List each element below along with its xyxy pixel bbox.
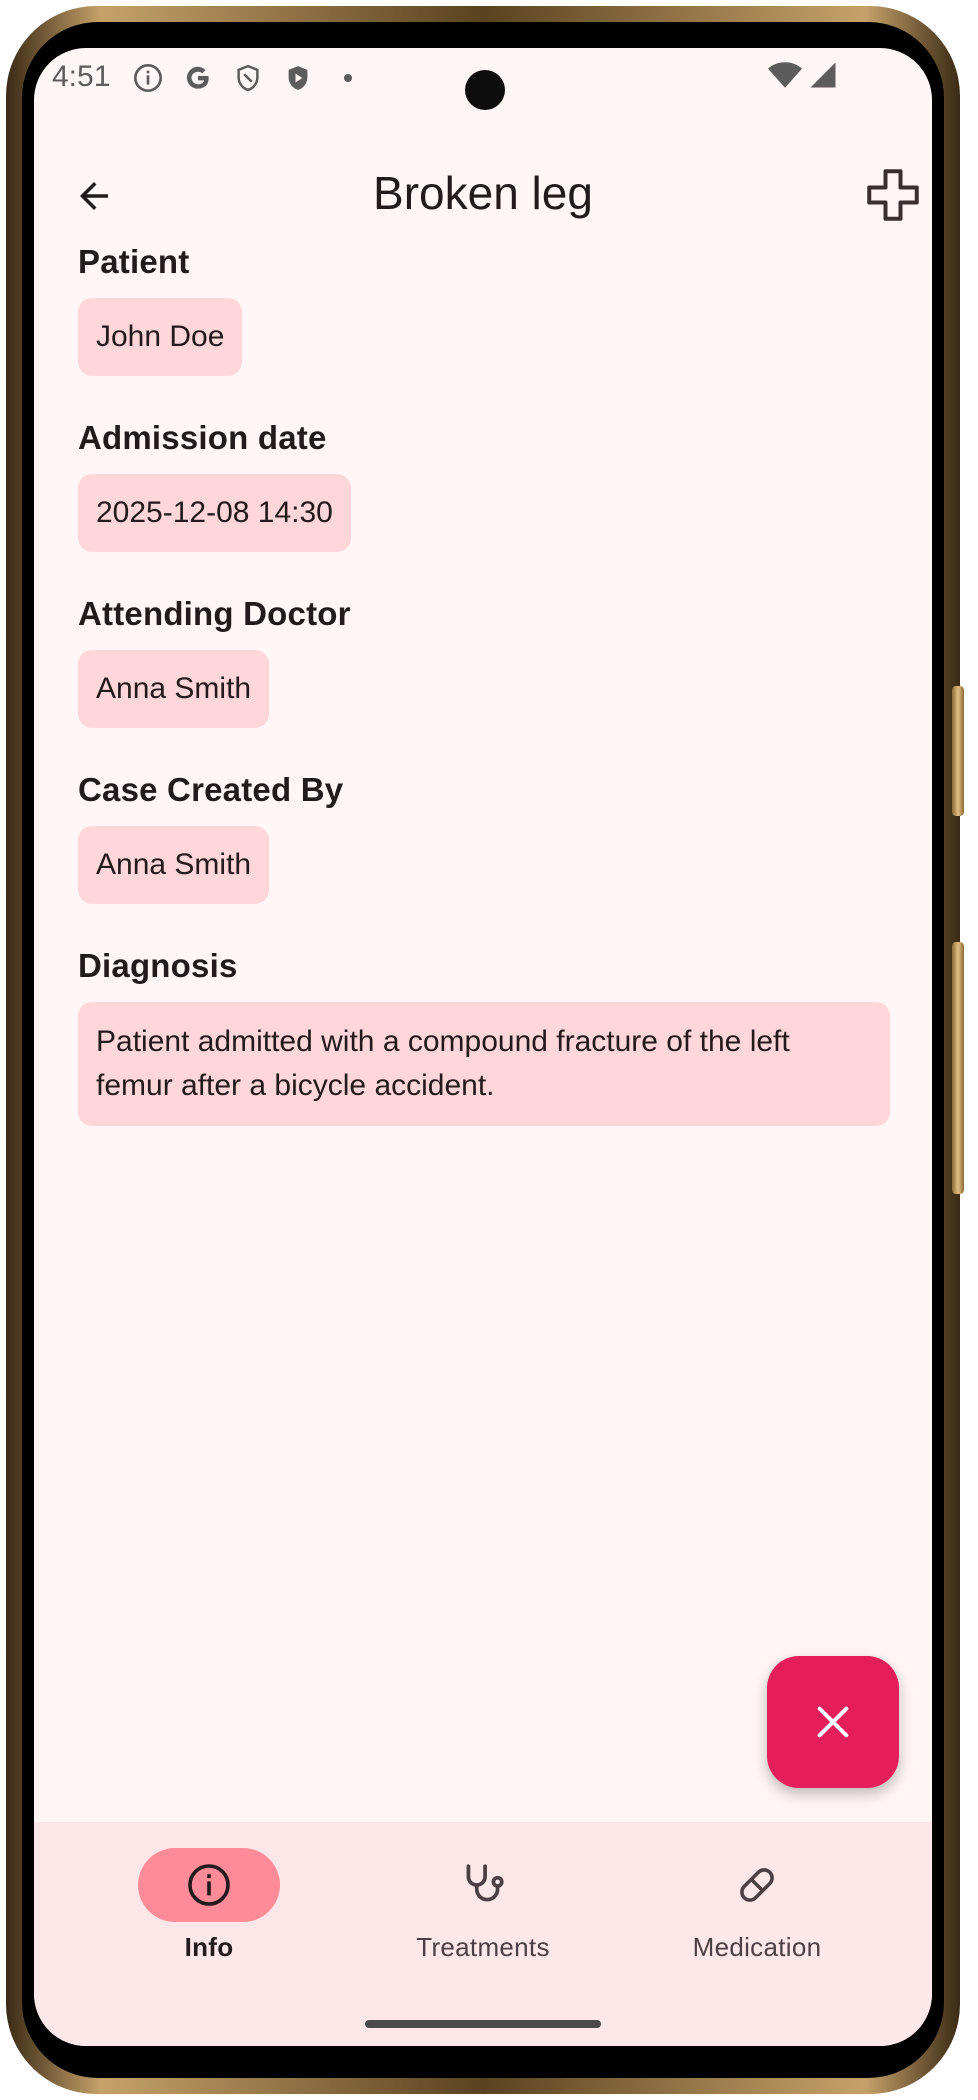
bottom-navigation: Info Treatments Medication xyxy=(34,1822,932,2046)
nav-icon-container xyxy=(412,1848,554,1922)
info-icon xyxy=(188,1864,230,1906)
nav-item-medication[interactable]: Medication xyxy=(647,1848,867,1963)
field-case-created-by: Case Created By Anna Smith xyxy=(78,768,890,904)
close-icon xyxy=(817,1706,849,1738)
patient-value: John Doe xyxy=(78,298,243,376)
field-label: Diagnosis xyxy=(78,947,238,984)
status-icons-left xyxy=(130,60,366,96)
nav-label-treatments: Treatments xyxy=(416,1932,550,1962)
field-admission-date: Admission date 2025-12-08 14:30 xyxy=(78,416,890,552)
field-label: Case Created By xyxy=(78,771,344,808)
case-created-by-value: Anna Smith xyxy=(78,826,270,904)
page-title: Broken leg xyxy=(373,167,593,219)
wifi-icon xyxy=(768,60,802,95)
front-camera xyxy=(465,70,505,110)
stethoscope-icon xyxy=(466,1864,504,1902)
nav-label-medication: Medication xyxy=(692,1932,822,1962)
nav-active-indicator xyxy=(138,1848,280,1922)
admission-date-value: 2025-12-08 14:30 xyxy=(78,474,351,552)
field-attending-doctor: Attending Doctor Anna Smith xyxy=(78,592,890,728)
google-icon xyxy=(180,60,216,96)
close-case-button[interactable] xyxy=(767,1656,899,1788)
nav-icon-container xyxy=(686,1848,828,1922)
field-label: Attending Doctor xyxy=(78,595,351,632)
field-label: Patient xyxy=(78,243,190,280)
shield-icon xyxy=(230,60,266,96)
attending-doctor-value: Anna Smith xyxy=(78,650,270,728)
volume-button xyxy=(952,686,964,816)
nav-item-info[interactable]: Info xyxy=(99,1848,319,1963)
status-bar: 4:51 xyxy=(34,48,932,110)
info-icon xyxy=(130,60,166,96)
medical-cross-icon xyxy=(867,169,919,221)
status-icons-right xyxy=(768,60,838,95)
case-details: Patient John Doe Admission date 2025-12-… xyxy=(78,240,890,1166)
screen: 4:51 Broken leg Patient John Doe Admissi… xyxy=(34,48,932,2046)
dot-icon xyxy=(330,60,366,96)
field-diagnosis: Diagnosis Patient admitted with a compou… xyxy=(78,944,890,1126)
play-protect-icon xyxy=(280,60,316,96)
nav-label-info: Info xyxy=(184,1932,234,1962)
pill-icon xyxy=(740,1868,774,1902)
diagnosis-value: Patient admitted with a compound fractur… xyxy=(78,1002,890,1126)
status-time: 4:51 xyxy=(52,60,111,93)
home-indicator[interactable] xyxy=(365,2020,601,2028)
power-button xyxy=(952,942,964,1194)
add-treatment-button[interactable] xyxy=(860,162,926,228)
field-patient: Patient John Doe xyxy=(78,240,890,376)
signal-icon xyxy=(808,60,838,95)
top-app-bar: Broken leg xyxy=(34,148,932,244)
nav-item-treatments[interactable]: Treatments xyxy=(373,1848,593,1963)
field-label: Admission date xyxy=(78,419,327,456)
